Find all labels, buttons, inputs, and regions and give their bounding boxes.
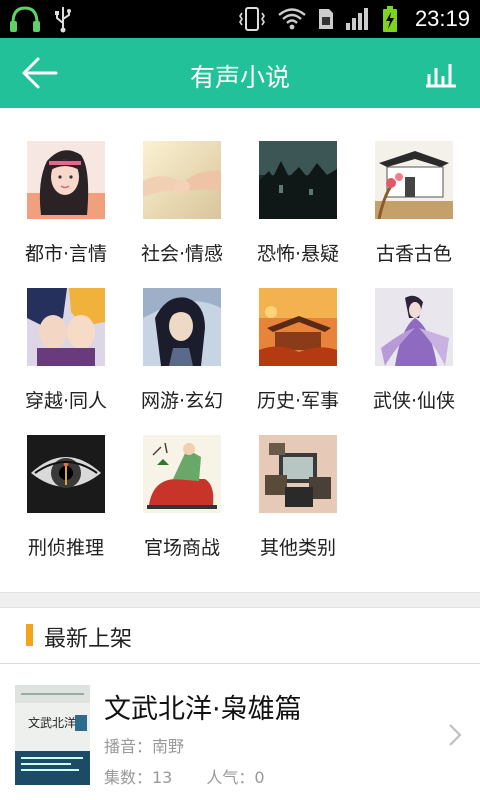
status-time: 23:19 bbox=[414, 6, 470, 31]
category-time-travel-fanfic[interactable]: 穿越·同人 bbox=[8, 288, 124, 432]
category-society-emotion[interactable]: 社会·情感 bbox=[124, 141, 240, 285]
category-thumbnail bbox=[259, 288, 337, 366]
category-thumbnail bbox=[27, 141, 105, 219]
category-thumbnail bbox=[27, 288, 105, 366]
book-narrator: 播音：南野 bbox=[104, 737, 185, 756]
category-horror-suspense[interactable]: 恐怖·悬疑 bbox=[240, 141, 356, 285]
category-label: 官场商战 bbox=[143, 537, 220, 559]
category-label: 穿越·同人 bbox=[24, 390, 108, 412]
category-thumbnail bbox=[375, 288, 453, 366]
usb-icon bbox=[55, 7, 71, 33]
category-martial-xianxia[interactable]: 武侠·仙侠 bbox=[356, 288, 472, 432]
category-grid: 都市·言情 社会·情感 恐怖·悬疑 古香古色 穿越·同人 网游·玄幻 历史·军事… bbox=[0, 108, 480, 594]
vibrate-icon bbox=[238, 7, 265, 31]
section-marker bbox=[26, 624, 33, 646]
category-label: 刑侦推理 bbox=[27, 537, 104, 559]
book-list-item[interactable]: 文武北洋 文武北洋·枭雄篇 播音：南野 集数：13 人气：0 bbox=[0, 665, 480, 800]
category-label: 都市·言情 bbox=[24, 243, 108, 265]
chevron-right-icon bbox=[449, 724, 462, 746]
sim-card-icon bbox=[318, 9, 333, 29]
category-label: 恐怖·悬疑 bbox=[256, 243, 340, 265]
book-episodes: 集数：13 bbox=[104, 768, 173, 787]
book-cover-title: 文武北洋 bbox=[28, 715, 76, 730]
category-label: 社会·情感 bbox=[140, 243, 224, 265]
wifi-icon bbox=[278, 8, 306, 30]
category-history-military[interactable]: 历史·军事 bbox=[240, 288, 356, 432]
book-meta: 集数：13 人气：0 bbox=[104, 764, 265, 788]
bar-chart-icon[interactable] bbox=[424, 60, 458, 88]
category-thumbnail bbox=[375, 141, 453, 219]
category-thumbnail bbox=[259, 435, 337, 513]
headset-icon bbox=[10, 6, 40, 32]
category-label: 古香古色 bbox=[375, 243, 452, 265]
category-label: 网游·玄幻 bbox=[140, 390, 224, 412]
status-bar: 23:19 bbox=[0, 0, 480, 38]
book-cover: 文武北洋 bbox=[15, 685, 90, 785]
section-divider bbox=[0, 592, 480, 608]
page-title: 有声小说 bbox=[189, 63, 290, 92]
category-others[interactable]: 其他类别 bbox=[240, 435, 356, 579]
category-ancient-style[interactable]: 古香古色 bbox=[356, 141, 472, 285]
book-title: 文武北洋·枭雄篇 bbox=[104, 694, 302, 725]
section-header: 最新上架 bbox=[0, 608, 480, 664]
category-thumbnail bbox=[27, 435, 105, 513]
category-thumbnail bbox=[143, 288, 221, 366]
section-title: 最新上架 bbox=[44, 627, 133, 652]
category-detective[interactable]: 刑侦推理 bbox=[8, 435, 124, 579]
category-thumbnail bbox=[259, 141, 337, 219]
category-thumbnail bbox=[143, 141, 221, 219]
category-label: 其他类别 bbox=[259, 537, 336, 559]
category-urban-romance[interactable]: 都市·言情 bbox=[8, 141, 124, 285]
battery-charging-icon bbox=[382, 6, 397, 32]
category-officialdom-business[interactable]: 官场商战 bbox=[124, 435, 240, 579]
app-header: 有声小说 bbox=[0, 38, 480, 108]
category-thumbnail bbox=[143, 435, 221, 513]
category-label: 武侠·仙侠 bbox=[372, 390, 456, 412]
category-label: 历史·军事 bbox=[256, 390, 340, 412]
signal-icon bbox=[345, 8, 368, 30]
category-online-game-fantasy[interactable]: 网游·玄幻 bbox=[124, 288, 240, 432]
book-popularity: 人气：0 bbox=[206, 768, 265, 787]
